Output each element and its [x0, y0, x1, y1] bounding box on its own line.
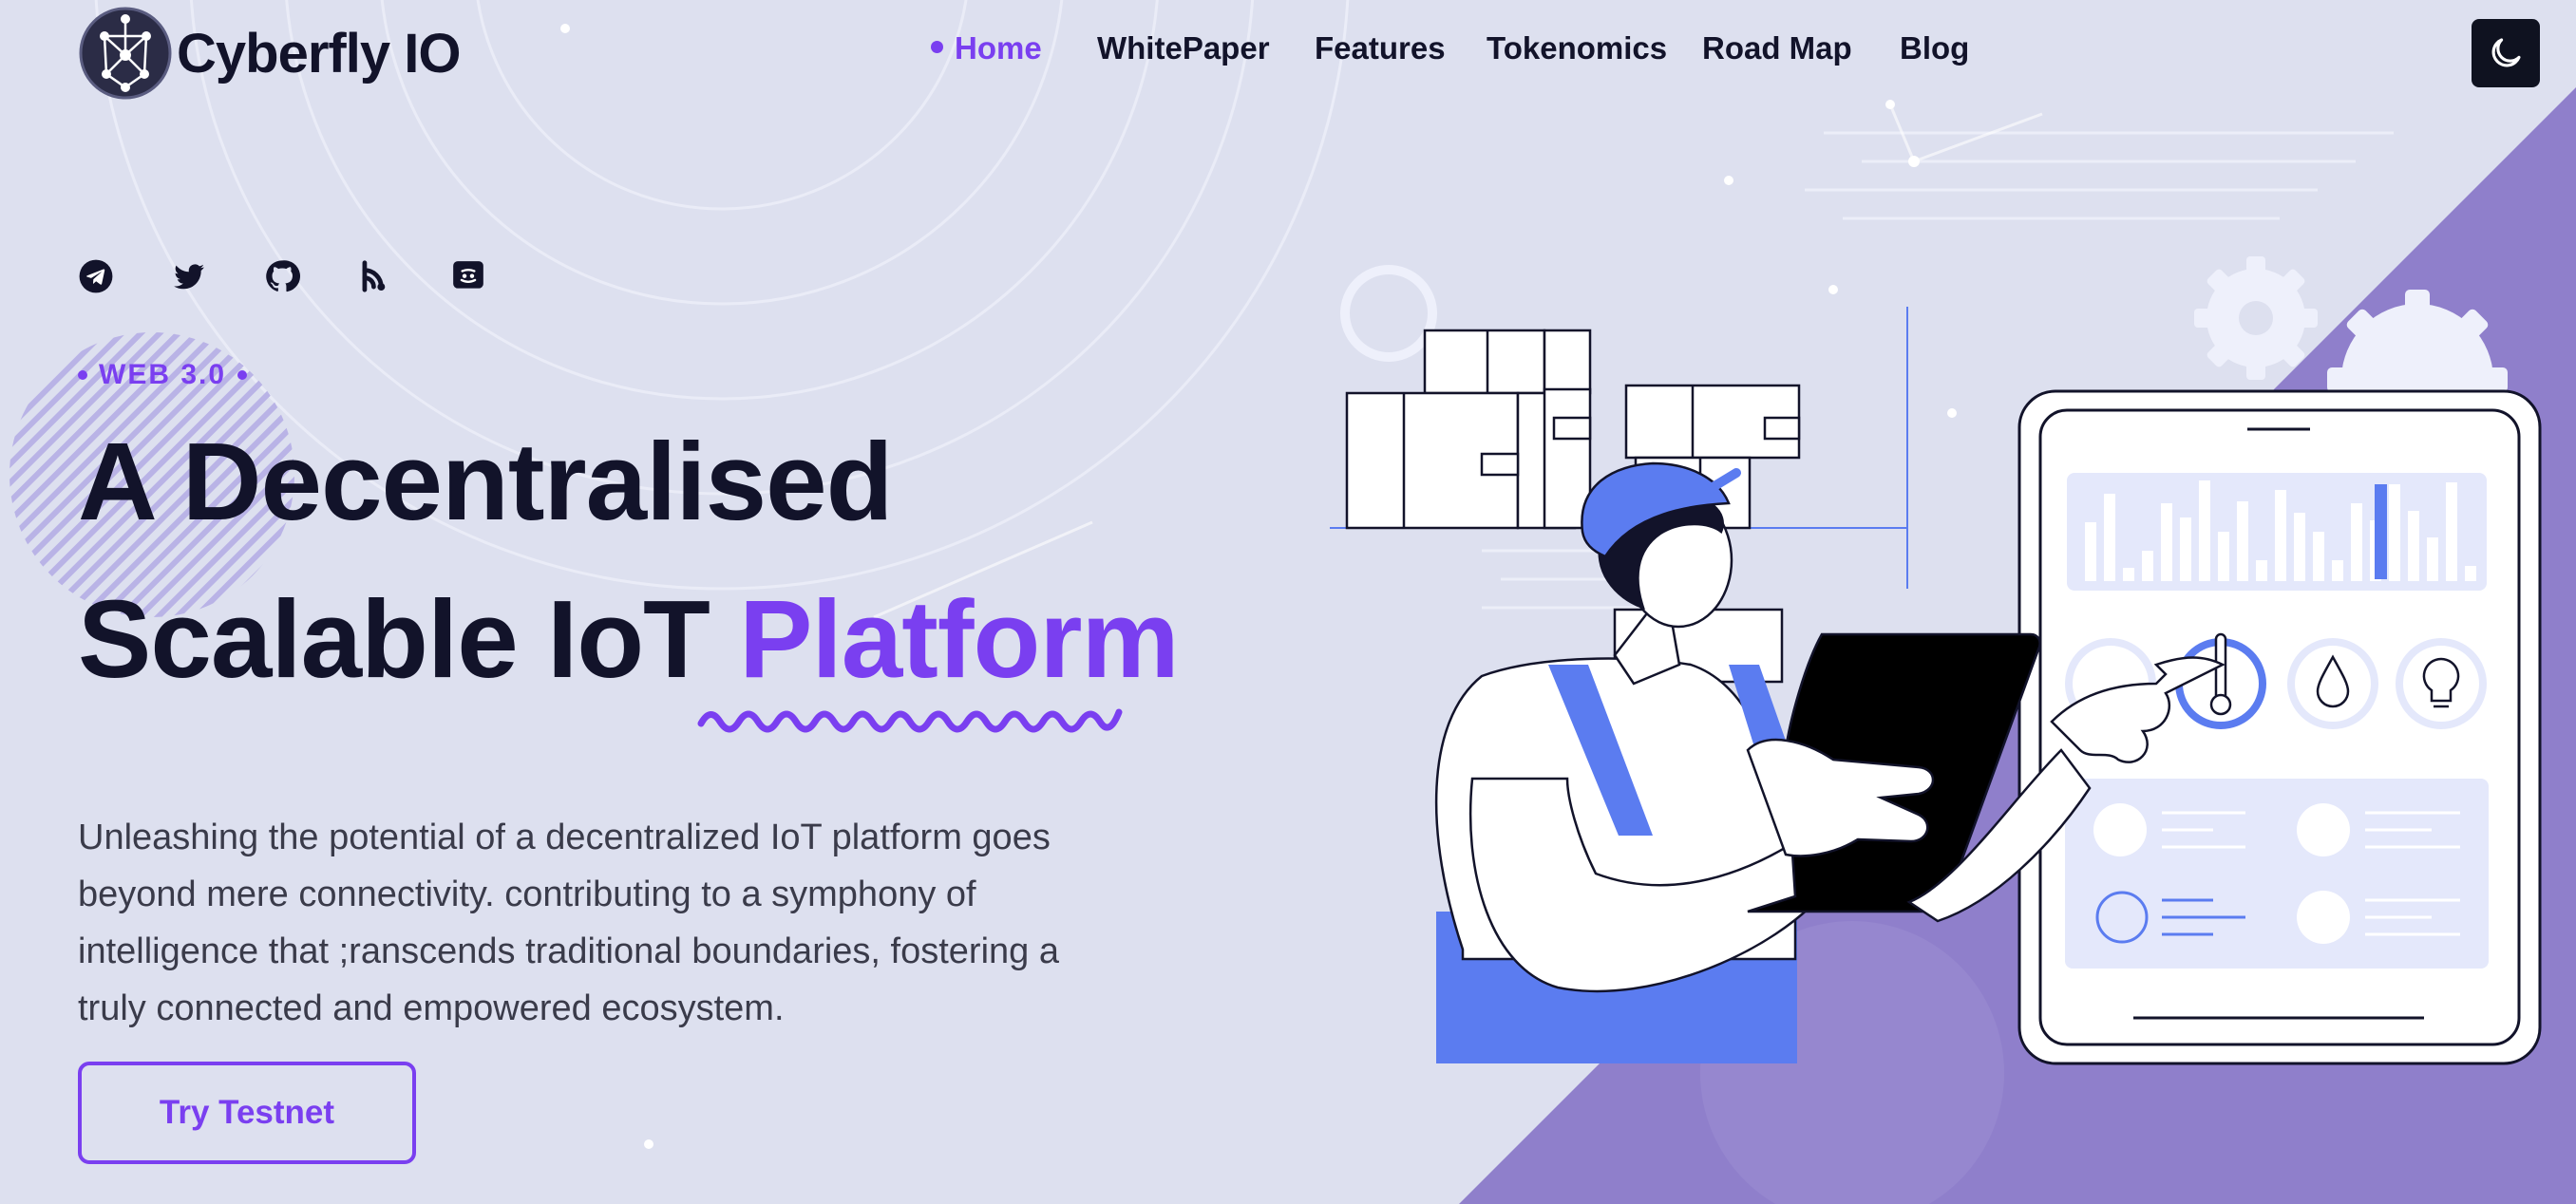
- cardboard-boxes: [1345, 329, 1801, 684]
- iot-worker-illustration: [1330, 256, 2542, 1065]
- gear-icon: [2194, 256, 2318, 380]
